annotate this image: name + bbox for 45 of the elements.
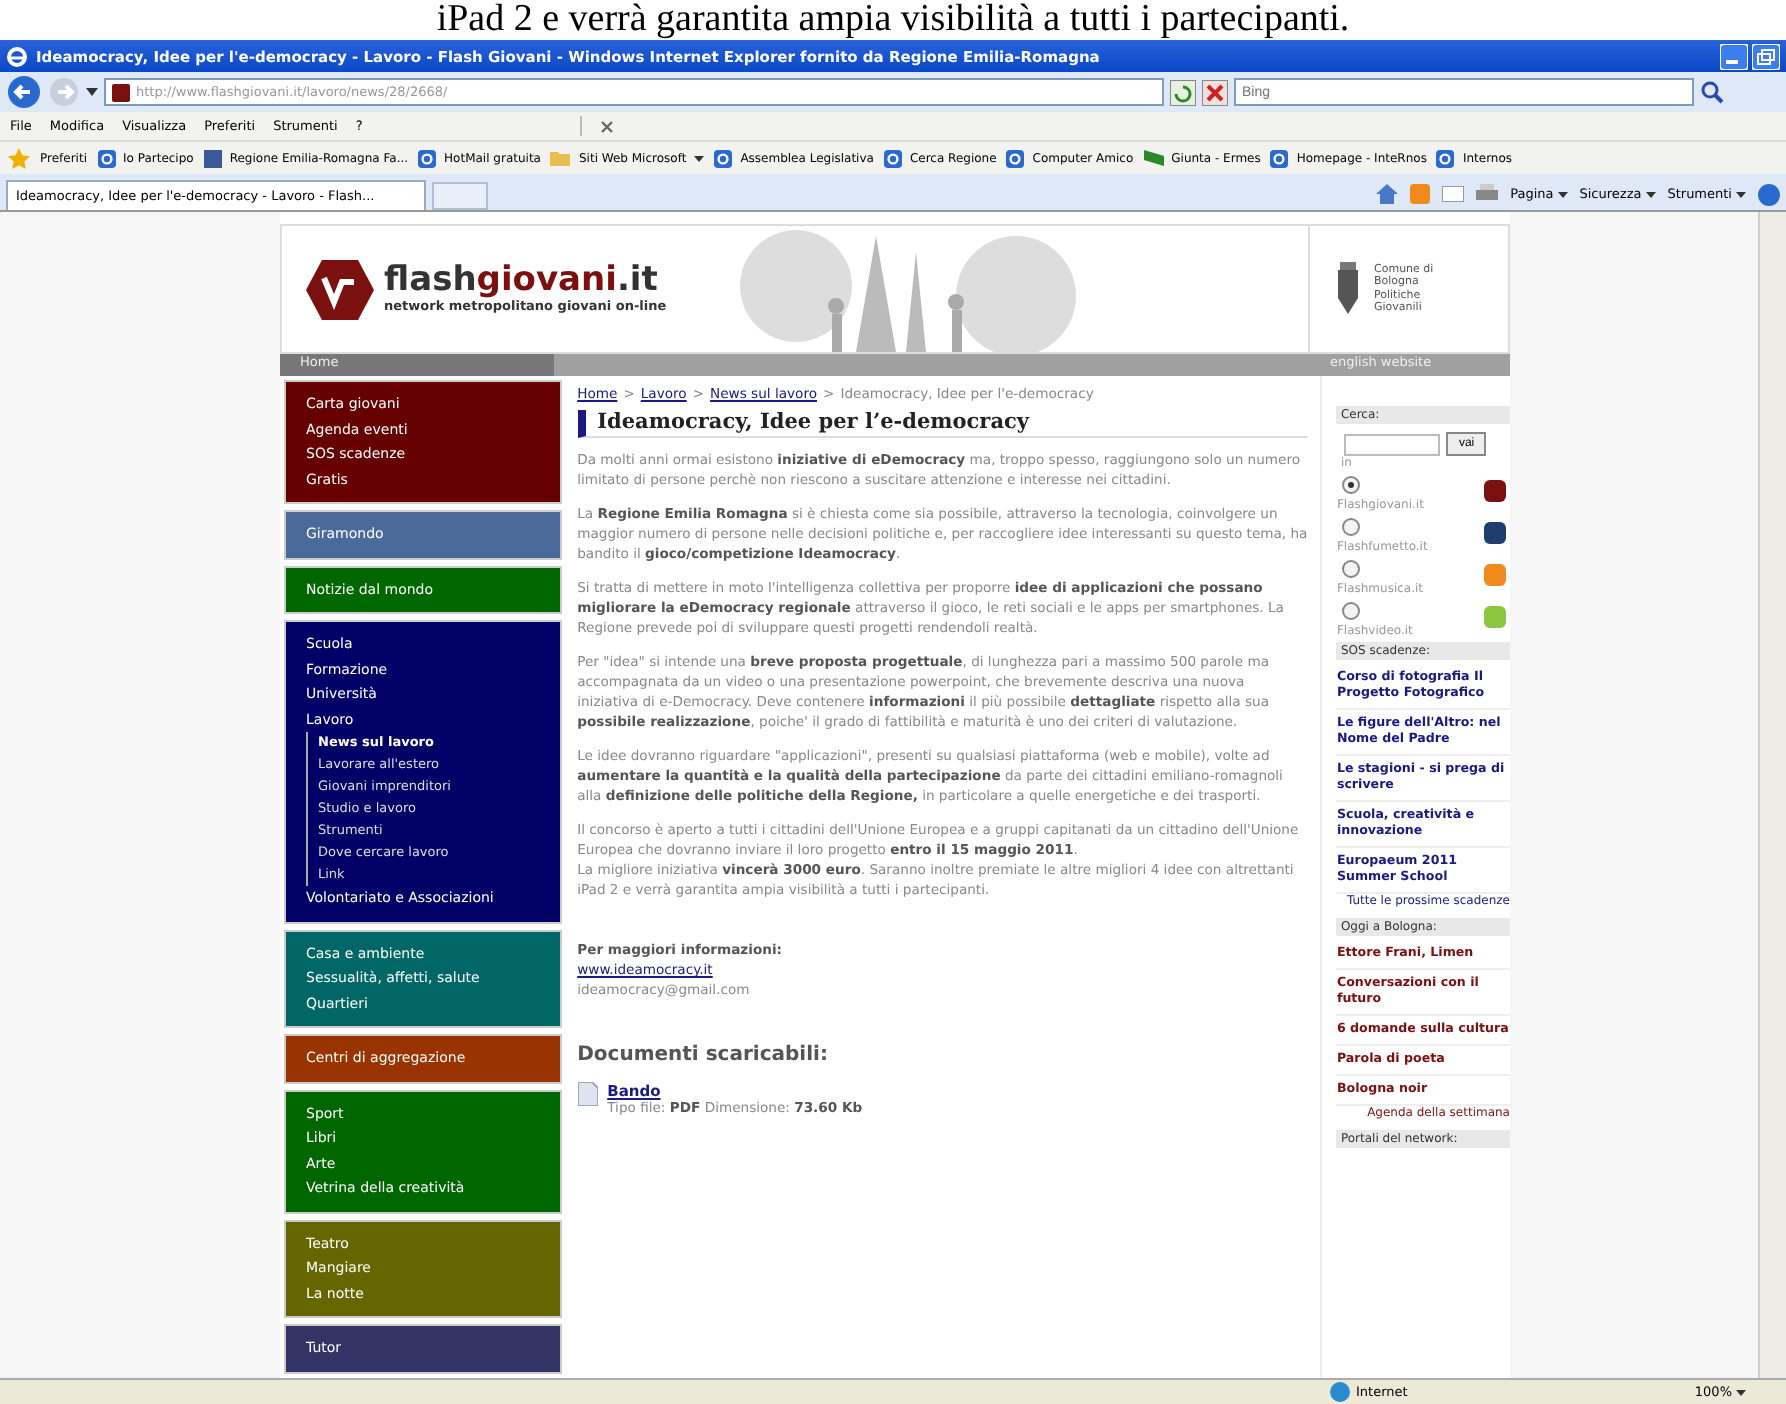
close-icon[interactable] bbox=[600, 119, 615, 133]
logo-icon bbox=[306, 259, 374, 319]
document-icon bbox=[577, 1082, 598, 1106]
home-icon[interactable] bbox=[1376, 184, 1399, 204]
caret-icon bbox=[1736, 1389, 1746, 1395]
downloads-heading: Documenti scaricabili: bbox=[577, 1044, 830, 1066]
search-field[interactable] bbox=[1344, 433, 1441, 455]
site-favicon-icon bbox=[112, 83, 130, 101]
restore-icon[interactable] bbox=[1752, 43, 1780, 69]
radio-button[interactable] bbox=[1342, 518, 1361, 536]
caption-text: iPad 2 e verrà garantita ampia visibilità a tutti i partecipanti. bbox=[434, 0, 1352, 40]
radio-button[interactable] bbox=[1342, 560, 1361, 578]
printer-icon[interactable] bbox=[1476, 184, 1499, 204]
page-icon bbox=[1436, 149, 1455, 167]
page-icon bbox=[883, 149, 902, 167]
browser-logo-icon bbox=[6, 45, 28, 67]
page-icon bbox=[1270, 149, 1289, 167]
caret-icon[interactable] bbox=[86, 88, 98, 96]
caret-icon bbox=[1645, 191, 1656, 197]
help-icon[interactable] bbox=[1758, 183, 1780, 205]
site-logo[interactable]: flashgiovani.it bbox=[384, 264, 667, 298]
caret-icon bbox=[694, 155, 705, 161]
globe-icon bbox=[1330, 1382, 1350, 1402]
feed-icon[interactable] bbox=[1410, 184, 1431, 204]
folder-icon bbox=[550, 150, 571, 166]
page-icon bbox=[418, 149, 437, 167]
close-icon[interactable] bbox=[1202, 79, 1228, 105]
radio-button[interactable] bbox=[1342, 602, 1361, 620]
page-icon bbox=[97, 149, 115, 167]
article-title: Ideamocracy, Idee per l’e-democracy bbox=[577, 410, 1309, 438]
page-icon bbox=[714, 149, 733, 167]
search-icon[interactable] bbox=[1700, 80, 1724, 104]
coat-of-arms-icon bbox=[1334, 261, 1362, 317]
star-icon[interactable] bbox=[8, 147, 30, 169]
caret-icon bbox=[1557, 191, 1568, 197]
square-logo-icon bbox=[203, 149, 222, 167]
page-icon bbox=[1006, 149, 1025, 167]
scrollbar[interactable] bbox=[1758, 212, 1786, 1378]
minimize-icon[interactable] bbox=[1720, 43, 1748, 69]
radio-button[interactable] bbox=[1342, 476, 1361, 494]
refresh-icon[interactable] bbox=[1170, 79, 1196, 105]
back-icon[interactable] bbox=[6, 74, 42, 110]
flag-icon bbox=[1143, 150, 1164, 166]
caret-icon bbox=[1736, 191, 1746, 197]
mail-icon[interactable] bbox=[1442, 186, 1465, 202]
